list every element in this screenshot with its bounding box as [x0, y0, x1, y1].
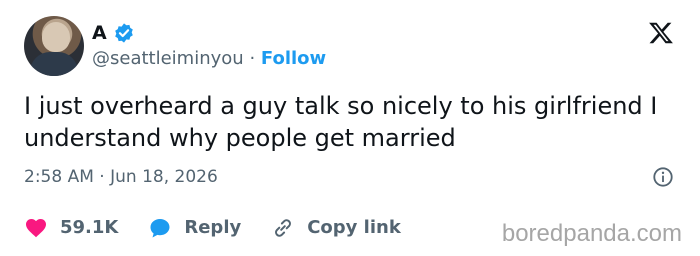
like-button[interactable]: 59.1K	[24, 216, 118, 240]
divider	[24, 205, 676, 206]
handle-row: @seattleiminyou · Follow	[92, 48, 326, 70]
tweet-time: 2:58 AM	[24, 167, 94, 187]
follow-button[interactable]: Follow	[261, 48, 326, 69]
tweet-date: Jun 18, 2026	[110, 167, 218, 187]
reply-button[interactable]: Reply	[148, 216, 241, 240]
tweet-text: I just overheard a guy talk so nicely to…	[24, 92, 658, 152]
info-icon[interactable]	[652, 166, 674, 188]
heart-icon	[26, 219, 46, 238]
copy-link-button[interactable]: Copy link	[271, 216, 401, 240]
link-icon	[275, 219, 292, 237]
tweet-actions: 59.1K Reply Copy link	[24, 216, 401, 240]
avatar[interactable]	[24, 16, 84, 76]
tweet-card: A @seattleiminyou · Follow I just overhe…	[0, 0, 700, 256]
author-name-row: A	[92, 22, 135, 44]
tweet-timestamp[interactable]: 2:58 AM · Jun 18, 2026	[24, 166, 218, 188]
handle-separator: ·	[249, 48, 256, 69]
avatar-hair	[42, 22, 70, 52]
watermark: boredpanda.com	[501, 220, 682, 247]
x-logo-icon[interactable]	[648, 20, 674, 46]
author-name[interactable]: A	[92, 22, 107, 44]
avatar-shirt	[30, 52, 78, 76]
copy-link-label: Copy link	[307, 217, 401, 238]
timestamp-separator: ·	[99, 167, 105, 187]
reply-label: Reply	[184, 217, 242, 238]
verified-badge-icon	[114, 23, 133, 43]
author-handle[interactable]: @seattleiminyou	[92, 48, 244, 69]
like-count: 59.1K	[60, 217, 119, 238]
reply-bubble-icon	[150, 219, 170, 238]
